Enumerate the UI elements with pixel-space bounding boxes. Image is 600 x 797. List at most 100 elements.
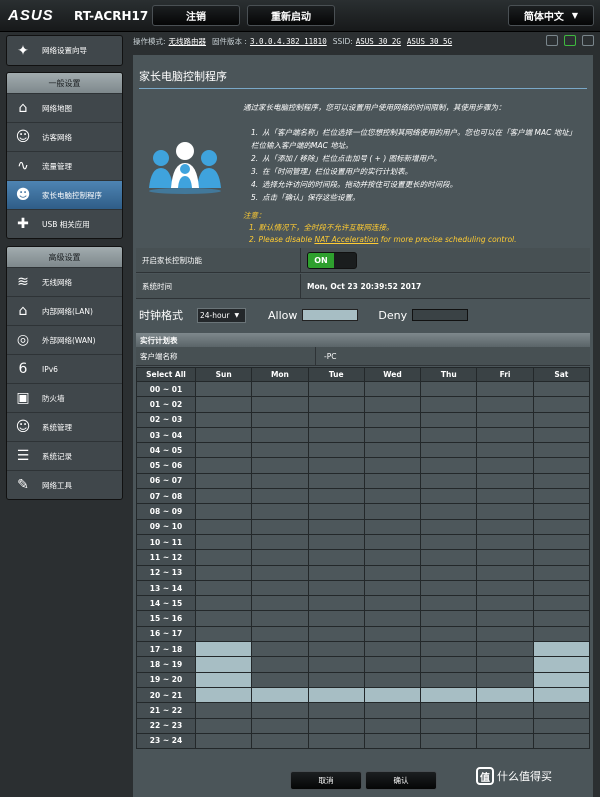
schedule-cell[interactable] — [307, 472, 365, 490]
schedule-cell[interactable] — [532, 717, 591, 734]
schedule-cell[interactable] — [532, 442, 591, 459]
sidebar-item-globe[interactable]: ◎ 外部网络(WAN) — [7, 325, 122, 354]
schedule-cell[interactable] — [251, 717, 309, 734]
schedule-cell[interactable] — [476, 641, 534, 658]
nat-acceleration-link[interactable]: NAT Acceleration — [314, 235, 378, 244]
schedule-cell[interactable] — [363, 380, 422, 398]
schedule-cell[interactable] — [363, 533, 422, 551]
schedule-cell[interactable] — [194, 656, 253, 673]
schedule-cell[interactable] — [307, 686, 365, 704]
internet-status-icon[interactable] — [564, 35, 576, 46]
sidebar-item-wifi[interactable]: ≋ 无线网络 — [7, 267, 122, 296]
schedule-cell[interactable] — [307, 656, 365, 673]
schedule-cell[interactable] — [476, 625, 534, 643]
schedule-cell[interactable] — [194, 457, 253, 474]
hour-label[interactable]: 09 ~ 10 — [136, 518, 196, 535]
schedule-cell[interactable] — [363, 564, 422, 581]
schedule-cell[interactable] — [307, 442, 365, 459]
schedule-cell[interactable] — [194, 426, 253, 444]
schedule-cell[interactable] — [476, 610, 534, 627]
schedule-cell[interactable] — [420, 518, 478, 535]
schedule-cell[interactable] — [194, 702, 253, 719]
schedule-cell[interactable] — [476, 549, 534, 566]
schedule-cell[interactable] — [532, 579, 591, 597]
schedule-cell[interactable] — [307, 549, 365, 566]
ssid-5g-link[interactable]: ASUS_30_5G — [407, 37, 452, 46]
schedule-cell[interactable] — [532, 396, 591, 413]
schedule-cell[interactable] — [420, 396, 478, 413]
schedule-cell[interactable] — [194, 610, 253, 627]
schedule-cell[interactable] — [307, 396, 365, 413]
mode-link[interactable]: 无线路由器 — [169, 36, 207, 47]
schedule-cell[interactable] — [307, 411, 365, 428]
schedule-cell[interactable] — [194, 641, 253, 658]
schedule-cell[interactable] — [194, 595, 253, 612]
schedule-cell[interactable] — [251, 396, 309, 413]
schedule-cell[interactable] — [363, 686, 422, 704]
schedule-cell[interactable] — [307, 488, 365, 505]
schedule-cell[interactable] — [420, 686, 478, 704]
reboot-button[interactable]: 重新启动 — [247, 5, 335, 26]
schedule-cell[interactable] — [194, 625, 253, 643]
schedule-cell[interactable] — [476, 426, 534, 444]
hour-label[interactable]: 04 ~ 05 — [136, 442, 196, 459]
sidebar-item-ipv6[interactable]: 6 IPv6 — [7, 354, 122, 383]
schedule-cell[interactable] — [476, 488, 534, 505]
schedule-cell[interactable] — [307, 610, 365, 627]
schedule-cell[interactable] — [251, 686, 309, 704]
schedule-cell[interactable] — [307, 579, 365, 597]
schedule-cell[interactable] — [420, 595, 478, 612]
schedule-cell[interactable] — [363, 671, 422, 688]
schedule-cell[interactable] — [476, 686, 534, 704]
language-select[interactable]: 简体中文 ▼ — [508, 5, 594, 26]
sidebar-item-wizard[interactable]: ✦ 网络设置向导 — [7, 36, 122, 65]
hour-label[interactable]: 18 ~ 19 — [136, 656, 196, 673]
schedule-cell[interactable] — [194, 380, 253, 398]
hour-label[interactable]: 16 ~ 17 — [136, 625, 196, 643]
sidebar-item-tools[interactable]: ✎ 网络工具 — [7, 470, 122, 499]
sidebar-item-firewall[interactable]: ▣ 防火墙 — [7, 383, 122, 412]
sidebar-item-admin[interactable]: ☺ 系统管理 — [7, 412, 122, 441]
hour-label[interactable]: 11 ~ 12 — [136, 549, 196, 566]
schedule-cell[interactable] — [532, 411, 591, 428]
schedule-cell[interactable] — [363, 457, 422, 474]
schedule-cell[interactable] — [532, 641, 591, 658]
schedule-cell[interactable] — [251, 442, 309, 459]
hour-label[interactable]: 17 ~ 18 — [136, 641, 196, 658]
schedule-cell[interactable] — [476, 457, 534, 474]
schedule-cell[interactable] — [307, 595, 365, 612]
schedule-cell[interactable] — [363, 488, 422, 505]
schedule-cell[interactable] — [194, 518, 253, 535]
schedule-cell[interactable] — [194, 549, 253, 566]
hour-label[interactable]: 12 ~ 13 — [136, 564, 196, 581]
schedule-cell[interactable] — [532, 472, 591, 490]
network-status-icon[interactable] — [546, 35, 558, 46]
schedule-cell[interactable] — [532, 686, 591, 704]
schedule-cell[interactable] — [363, 656, 422, 673]
hour-label[interactable]: 10 ~ 11 — [136, 533, 196, 551]
day-header-wed[interactable]: Wed — [363, 367, 422, 382]
schedule-cell[interactable] — [532, 503, 591, 520]
schedule-cell[interactable] — [420, 503, 478, 520]
schedule-cell[interactable] — [532, 595, 591, 612]
confirm-button[interactable]: 确认 — [365, 771, 437, 790]
schedule-cell[interactable] — [420, 472, 478, 490]
schedule-cell[interactable] — [251, 656, 309, 673]
schedule-cell[interactable] — [363, 518, 422, 535]
schedule-cell[interactable] — [194, 564, 253, 581]
schedule-cell[interactable] — [251, 732, 309, 750]
schedule-cell[interactable] — [307, 457, 365, 474]
day-header-sun[interactable]: Sun — [194, 367, 253, 382]
schedule-cell[interactable] — [251, 564, 309, 581]
schedule-cell[interactable] — [194, 411, 253, 428]
schedule-cell[interactable] — [363, 472, 422, 490]
schedule-cell[interactable] — [476, 656, 534, 673]
schedule-cell[interactable] — [307, 671, 365, 688]
schedule-cell[interactable] — [251, 457, 309, 474]
schedule-cell[interactable] — [420, 671, 478, 688]
schedule-cell[interactable] — [307, 625, 365, 643]
schedule-cell[interactable] — [420, 488, 478, 505]
logout-button[interactable]: 注销 — [152, 5, 240, 26]
schedule-cell[interactable] — [251, 411, 309, 428]
day-header-fri[interactable]: Fri — [476, 367, 534, 382]
